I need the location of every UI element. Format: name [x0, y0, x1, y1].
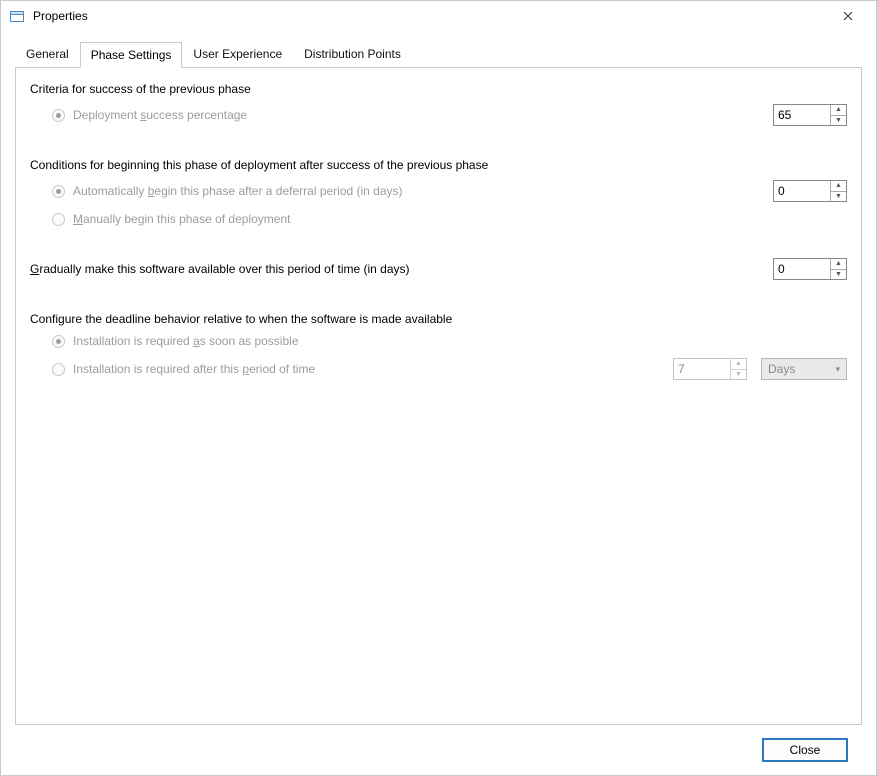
- tab-phase-settings[interactable]: Phase Settings: [80, 42, 183, 68]
- manual-begin-radio: [52, 213, 65, 226]
- deferral-days-spinner[interactable]: ▲ ▼: [773, 180, 847, 202]
- deadline-unit-value: Days: [768, 362, 795, 376]
- manual-begin-row: Manually begin this phase of deployment: [30, 212, 847, 226]
- gradual-days-input[interactable]: [774, 259, 830, 279]
- gradual-days-spinner[interactable]: ▲ ▼: [773, 258, 847, 280]
- chevron-down-icon: ▾: [835, 364, 840, 375]
- spinner-up-icon[interactable]: ▲: [831, 259, 846, 269]
- deferral-days-input[interactable]: [774, 181, 830, 201]
- auto-begin-radio: [52, 185, 65, 198]
- deadline-period-spinner: ▲ ▼: [673, 358, 747, 380]
- success-percentage-spinner[interactable]: ▲ ▼: [773, 104, 847, 126]
- deadline-asap-radio: [52, 335, 65, 348]
- criteria-heading: Criteria for success of the previous pha…: [30, 82, 847, 96]
- tab-distribution-points[interactable]: Distribution Points: [293, 41, 412, 67]
- tab-panel-phase-settings: Criteria for success of the previous pha…: [15, 67, 862, 725]
- tab-user-experience[interactable]: User Experience: [182, 41, 293, 67]
- spinner-down-icon[interactable]: ▼: [831, 269, 846, 280]
- gradual-row: Gradually make this software available o…: [30, 258, 847, 280]
- deadline-after-label: Installation is required after this peri…: [73, 362, 315, 376]
- titlebar: Properties: [1, 1, 876, 31]
- deadline-after-radio: [52, 363, 65, 376]
- deadline-heading: Configure the deadline behavior relative…: [30, 312, 847, 326]
- tabstrip: General Phase Settings User Experience D…: [15, 41, 862, 67]
- deadline-unit-combo: Days ▾: [761, 358, 847, 380]
- tab-general[interactable]: General: [15, 41, 80, 67]
- deadline-asap-row: Installation is required as soon as poss…: [30, 334, 847, 348]
- spinner-up-icon[interactable]: ▲: [831, 105, 846, 115]
- spinner-down-icon: ▼: [731, 369, 746, 380]
- deadline-period-input: [674, 359, 730, 379]
- client-area: General Phase Settings User Experience D…: [1, 31, 876, 775]
- deadline-asap-label: Installation is required as soon as poss…: [73, 334, 299, 348]
- spinner-down-icon[interactable]: ▼: [831, 191, 846, 202]
- manual-begin-label: Manually begin this phase of deployment: [73, 212, 290, 226]
- window-title: Properties: [33, 9, 826, 23]
- gradual-label: Gradually make this software available o…: [30, 262, 410, 276]
- spinner-up-icon: ▲: [731, 359, 746, 369]
- success-percentage-row: Deployment success percentage ▲ ▼: [30, 104, 847, 126]
- success-percentage-input[interactable]: [774, 105, 830, 125]
- spinner-down-icon[interactable]: ▼: [831, 115, 846, 126]
- app-icon: [9, 8, 25, 24]
- bottom-bar: Close: [15, 725, 862, 775]
- conditions-heading: Conditions for beginning this phase of d…: [30, 158, 847, 172]
- close-button[interactable]: Close: [762, 738, 848, 762]
- success-percentage-label: Deployment success percentage: [73, 108, 247, 122]
- deadline-after-row: Installation is required after this peri…: [30, 358, 847, 380]
- properties-window: Properties General Phase Settings User E…: [0, 0, 877, 776]
- auto-begin-label: Automatically begin this phase after a d…: [73, 184, 403, 198]
- window-close-button[interactable]: [826, 1, 870, 31]
- success-percentage-radio: [52, 109, 65, 122]
- spinner-up-icon[interactable]: ▲: [831, 181, 846, 191]
- auto-begin-row: Automatically begin this phase after a d…: [30, 180, 847, 202]
